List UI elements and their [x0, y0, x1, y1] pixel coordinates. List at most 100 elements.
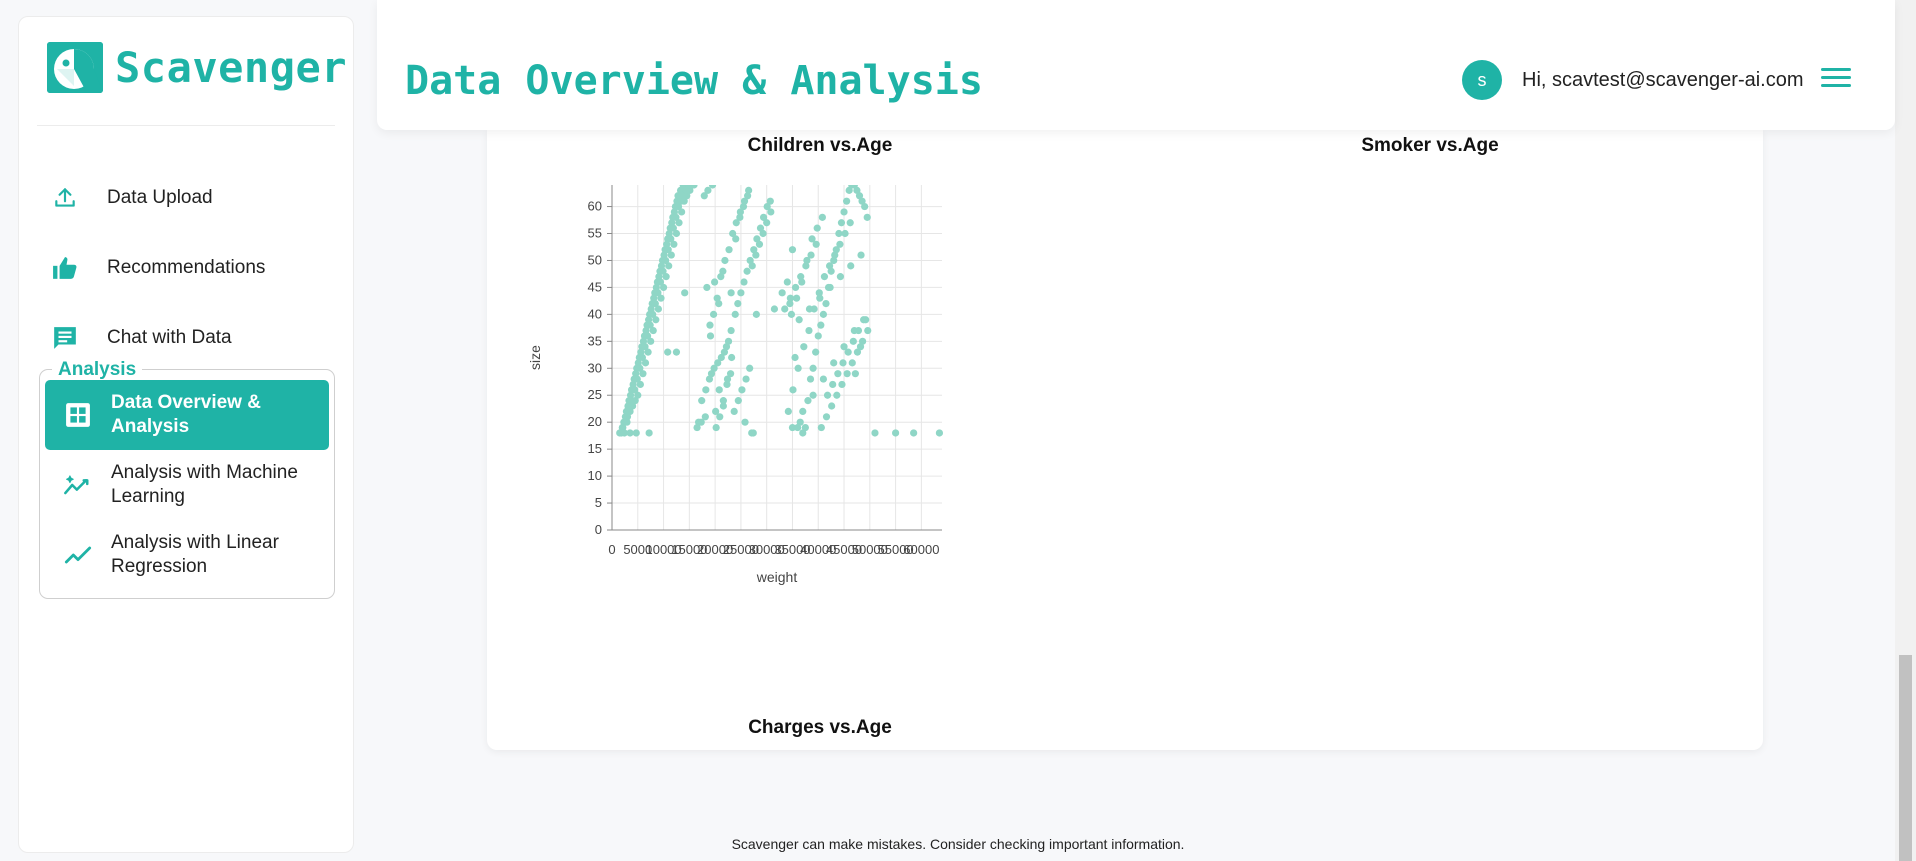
nav-recommendations[interactable]: Recommendations — [37, 243, 337, 293]
scatter-point — [662, 256, 670, 265]
scatter-point — [766, 197, 774, 205]
scatter-point — [626, 429, 634, 437]
scatter-point — [833, 391, 841, 399]
y-tick-label: 25 — [588, 387, 602, 402]
nav-label: Chat with Data — [107, 327, 232, 348]
scatter-point — [739, 202, 748, 211]
scatter-point — [863, 213, 871, 221]
scatter-point — [864, 326, 872, 335]
scatter-point — [636, 364, 644, 372]
nav-data-upload[interactable]: Data Upload — [37, 173, 337, 223]
thumbs-up-icon — [47, 253, 83, 283]
scatter-point — [861, 202, 869, 211]
scatter-point — [837, 219, 846, 227]
brand-logo[interactable]: Scavenger — [47, 42, 347, 93]
scatter-point — [752, 310, 760, 318]
scatter-point — [742, 375, 750, 383]
scatter-point — [849, 337, 857, 345]
scatter-point — [767, 208, 775, 216]
scatter-point — [840, 343, 848, 351]
scatter-point — [721, 256, 729, 265]
scatter-point — [664, 348, 672, 356]
scatter-point — [712, 423, 720, 432]
scatter-point — [825, 262, 834, 270]
scatter-point — [712, 407, 720, 416]
nav-linear-regression[interactable]: Analysis with Linear Regression — [45, 520, 329, 590]
scatter-point — [860, 316, 868, 324]
scatter-point — [731, 310, 739, 318]
scatter-point — [734, 299, 742, 308]
scatter-point — [746, 364, 754, 372]
y-tick-label: 5 — [595, 495, 602, 510]
scatter-point — [702, 386, 710, 394]
scatter-point — [831, 251, 839, 259]
y-tick-label: 0 — [595, 522, 602, 537]
scatter-point — [828, 402, 836, 410]
scatter-point — [727, 326, 735, 335]
hamburger-icon[interactable] — [1821, 68, 1851, 92]
scatter-point — [645, 429, 653, 437]
scatter-point — [841, 229, 849, 238]
scatter-point — [672, 213, 680, 221]
y-tick-label: 30 — [588, 360, 602, 375]
scatter-point — [935, 429, 944, 437]
scatter-point — [723, 375, 732, 383]
scatter-point — [659, 267, 667, 275]
nav-machine-learning[interactable]: Analysis with Machine Learning — [45, 450, 329, 520]
charges-scatter-plot[interactable]: 0 500010000150002000025000300003500040000… — [517, 185, 1077, 745]
scatter-point — [628, 397, 636, 405]
scatter-point — [638, 353, 647, 362]
scatter-point — [795, 316, 803, 324]
scatter-point — [725, 246, 733, 254]
y-tick-label: 40 — [588, 306, 602, 321]
scatter-point — [752, 251, 760, 259]
scatter-point — [805, 326, 813, 335]
scatter-point — [835, 229, 843, 238]
user-greeting: Hi, scavtest@scavenger-ai.com — [1522, 69, 1804, 91]
scatter-point — [802, 262, 810, 270]
scatter-point — [818, 213, 826, 221]
y-tick-label: 45 — [588, 279, 602, 294]
scatter-point — [709, 310, 718, 318]
scatter-point — [891, 429, 900, 437]
scatter-point — [632, 429, 640, 437]
scatter-point — [809, 391, 817, 399]
scatter-point — [830, 359, 838, 367]
scatter-point — [703, 283, 711, 292]
scatter-point — [698, 397, 706, 405]
scatter-point — [819, 310, 828, 318]
scatter-point — [770, 305, 779, 313]
scatter-point — [822, 299, 830, 308]
scatter-point — [730, 407, 738, 416]
scatter-point — [791, 283, 800, 292]
scatter-point — [646, 321, 654, 329]
nav-chat-with-data[interactable]: Chat with Data — [37, 313, 337, 363]
x-tick-label: 60000 — [903, 542, 939, 557]
scatter-point — [633, 375, 641, 383]
scatter-point — [651, 299, 659, 308]
scatter-point — [843, 197, 851, 205]
scatter-point — [806, 375, 815, 383]
scatter-point — [797, 273, 805, 281]
scatter-point — [836, 240, 844, 248]
scrollbar-thumb[interactable] — [1899, 655, 1912, 861]
trend-line-icon — [63, 540, 93, 570]
chat-icon — [47, 323, 83, 353]
scatter-point — [740, 278, 748, 286]
nav-data-overview[interactable]: Data Overview & Analysis — [45, 380, 329, 450]
scatter-point — [781, 305, 789, 313]
x-tick-label: 0 — [608, 542, 615, 557]
scatter-point — [839, 359, 847, 367]
logo-icon — [47, 42, 103, 93]
user-avatar[interactable]: s — [1462, 60, 1502, 100]
scatter-point — [737, 289, 745, 297]
scatter-point — [847, 262, 855, 270]
y-axis-label: size — [527, 345, 543, 370]
scatter-point — [656, 278, 665, 286]
scatter-point — [715, 386, 723, 394]
scatter-point — [786, 294, 795, 302]
scatter-point — [812, 348, 820, 356]
analysis-group: Analysis Data Overview & Analysis Analys… — [39, 359, 335, 599]
y-tick-label: 15 — [588, 441, 602, 456]
scatter-point — [641, 343, 649, 351]
